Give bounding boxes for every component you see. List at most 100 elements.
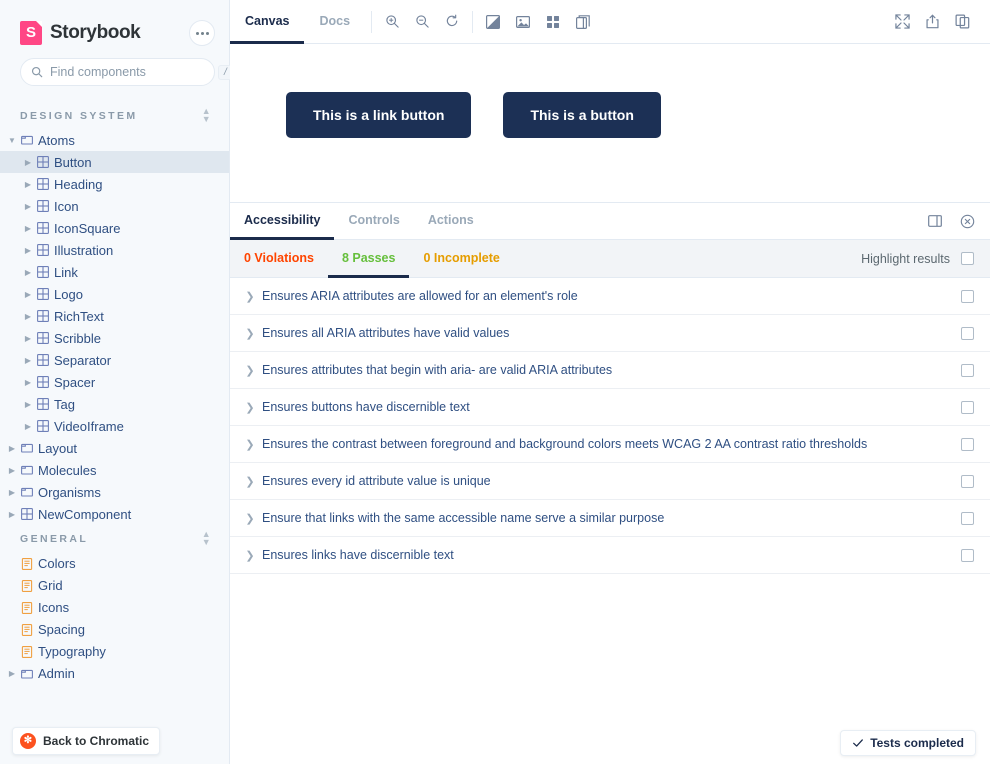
tree-item-organisms[interactable]: ▶ Organisms xyxy=(0,481,229,503)
section-collapse-icon[interactable]: ▲ ▼ xyxy=(202,106,213,123)
a11y-result-checkbox[interactable] xyxy=(961,400,974,414)
chevron-down-icon[interactable]: ▼ xyxy=(8,136,16,145)
chevron-right-icon[interactable]: ❯ xyxy=(242,327,258,340)
tree-item-iconsquare[interactable]: ▶ IconSquare xyxy=(0,217,229,239)
a11y-result-checkbox[interactable] xyxy=(961,326,974,340)
tree-item-separator[interactable]: ▶ Separator xyxy=(0,349,229,371)
close-panel-icon[interactable] xyxy=(956,210,978,232)
grid-icon[interactable] xyxy=(539,8,567,36)
tree-item-logo[interactable]: ▶ Logo xyxy=(0,283,229,305)
tree-item-typography[interactable]: ▶Typography xyxy=(0,641,229,663)
zoom-out-icon[interactable] xyxy=(408,8,436,36)
tree-item-grid[interactable]: ▶Grid xyxy=(0,575,229,597)
tree-item-tag[interactable]: ▶ Tag xyxy=(0,393,229,415)
ellipsis-icon[interactable] xyxy=(189,20,215,46)
tree-item-newcomponent[interactable]: ▶ NewComponent xyxy=(0,503,229,525)
chevron-right-icon[interactable]: ▶ xyxy=(24,422,32,431)
a11y-stat-passes[interactable]: 8 Passes xyxy=(327,240,410,278)
tree-item-heading[interactable]: ▶ Heading xyxy=(0,173,229,195)
highlight-results-control[interactable]: Highlight results xyxy=(861,240,974,277)
a11y-result-checkbox[interactable] xyxy=(961,548,974,562)
zoom-in-icon[interactable] xyxy=(378,8,406,36)
chevron-right-icon[interactable]: ▶ xyxy=(8,444,16,453)
tree-item-atoms[interactable]: ▼ Atoms xyxy=(0,129,229,151)
image-icon[interactable] xyxy=(509,8,537,36)
tree-item-videoiframe[interactable]: ▶ VideoIframe xyxy=(0,415,229,437)
panel-tab-controls[interactable]: Controls xyxy=(334,203,413,240)
panel-tab-actions[interactable]: Actions xyxy=(414,203,488,240)
tree-item-scribble[interactable]: ▶ Scribble xyxy=(0,327,229,349)
preview-button-2[interactable]: This is a button xyxy=(503,92,661,138)
a11y-result-row[interactable]: ❯ Ensures all ARIA attributes have valid … xyxy=(230,315,990,352)
zoom-reset-icon[interactable] xyxy=(438,8,466,36)
chevron-right-icon[interactable]: ▶ xyxy=(24,290,32,299)
a11y-result-checkbox[interactable] xyxy=(961,437,974,451)
chevron-right-icon[interactable]: ▶ xyxy=(24,268,32,277)
search-input[interactable] xyxy=(50,65,211,79)
a11y-result-checkbox[interactable] xyxy=(961,363,974,377)
panel-position-icon[interactable] xyxy=(924,210,946,232)
sidebar-section-header[interactable]: DESIGN SYSTEM ▲ ▼ xyxy=(0,102,229,129)
tree-item-label: Colors xyxy=(38,556,76,572)
chevron-right-icon[interactable]: ▶ xyxy=(24,246,32,255)
tree-item-layout[interactable]: ▶ Layout xyxy=(0,437,229,459)
tree-item-icons[interactable]: ▶Icons xyxy=(0,597,229,619)
layout-icon[interactable] xyxy=(569,8,597,36)
a11y-result-row[interactable]: ❯ Ensures every id attribute value is uni… xyxy=(230,463,990,500)
a11y-result-row[interactable]: ❯ Ensures buttons have discernible text xyxy=(230,389,990,426)
chevron-right-icon[interactable]: ❯ xyxy=(242,512,258,525)
chevron-right-icon[interactable]: ❯ xyxy=(242,364,258,377)
tab-canvas[interactable]: Canvas xyxy=(230,0,305,44)
a11y-result-row[interactable]: ❯ Ensure that links with the same accessi… xyxy=(230,500,990,537)
chevron-right-icon[interactable]: ▶ xyxy=(24,202,32,211)
chevron-right-icon[interactable]: ❯ xyxy=(242,549,258,562)
chevron-right-icon[interactable]: ▶ xyxy=(24,356,32,365)
chevron-right-icon[interactable]: ▶ xyxy=(24,400,32,409)
chevron-right-icon[interactable]: ❯ xyxy=(242,401,258,414)
copy-icon[interactable] xyxy=(948,8,976,36)
tree-item-link[interactable]: ▶ Link xyxy=(0,261,229,283)
share-icon[interactable] xyxy=(918,8,946,36)
chevron-right-icon[interactable]: ▶ xyxy=(8,669,16,678)
back-to-chromatic-button[interactable]: ✻ Back to Chromatic xyxy=(12,727,161,755)
tree-item-colors[interactable]: ▶Colors xyxy=(0,553,229,575)
a11y-result-row[interactable]: ❯ Ensures links have discernible text xyxy=(230,537,990,574)
sidebar-section-header[interactable]: GENERAL ▲ ▼ xyxy=(0,525,229,552)
a11y-result-checkbox[interactable] xyxy=(961,289,974,303)
chevron-right-icon[interactable]: ▶ xyxy=(24,378,32,387)
chevron-right-icon[interactable]: ▶ xyxy=(24,158,32,167)
tree-item-button[interactable]: ▶ Button xyxy=(0,151,229,174)
search-box[interactable]: / xyxy=(20,58,233,86)
tab-docs[interactable]: Docs xyxy=(304,0,365,44)
chevron-right-icon[interactable]: ▶ xyxy=(24,224,32,233)
chevron-right-icon[interactable]: ❯ xyxy=(242,438,258,451)
chevron-right-icon[interactable]: ❯ xyxy=(242,290,258,303)
panel-tab-accessibility[interactable]: Accessibility xyxy=(230,203,335,240)
tree-item-spacer[interactable]: ▶ Spacer xyxy=(0,371,229,393)
tree-item-molecules[interactable]: ▶ Molecules xyxy=(0,459,229,481)
a11y-result-row[interactable]: ❯ Ensures ARIA attributes are allowed for… xyxy=(230,278,990,315)
a11y-result-row[interactable]: ❯ Ensures attributes that begin with aria… xyxy=(230,352,990,389)
tree-item-richtext[interactable]: ▶ RichText xyxy=(0,305,229,327)
chevron-right-icon[interactable]: ▶ xyxy=(8,488,16,497)
a11y-result-checkbox[interactable] xyxy=(961,474,974,488)
a11y-result-checkbox[interactable] xyxy=(961,511,974,525)
background-icon[interactable] xyxy=(479,8,507,36)
tree-item-icon[interactable]: ▶ Icon xyxy=(0,195,229,217)
a11y-stat-incomplete[interactable]: 0 Incomplete xyxy=(409,240,513,278)
tree-item-illustration[interactable]: ▶ Illustration xyxy=(0,239,229,261)
chevron-right-icon[interactable]: ▶ xyxy=(8,510,16,519)
chevron-right-icon[interactable]: ▶ xyxy=(8,466,16,475)
section-collapse-icon[interactable]: ▲ ▼ xyxy=(202,530,213,547)
fullscreen-icon[interactable] xyxy=(888,8,916,36)
preview-button-1[interactable]: This is a link button xyxy=(286,92,472,138)
chevron-right-icon[interactable]: ▶ xyxy=(24,180,32,189)
tree-item-spacing[interactable]: ▶Spacing xyxy=(0,619,229,641)
a11y-result-row[interactable]: ❯ Ensures the contrast between foreground… xyxy=(230,426,990,463)
chevron-right-icon[interactable]: ▶ xyxy=(24,312,32,321)
chevron-right-icon[interactable]: ❯ xyxy=(242,475,258,488)
a11y-stat-violations[interactable]: 0 Violations xyxy=(230,240,328,278)
chevron-right-icon[interactable]: ▶ xyxy=(24,334,32,343)
tree-item-admin[interactable]: ▶ Admin xyxy=(0,663,229,685)
highlight-results-checkbox[interactable] xyxy=(961,252,974,265)
